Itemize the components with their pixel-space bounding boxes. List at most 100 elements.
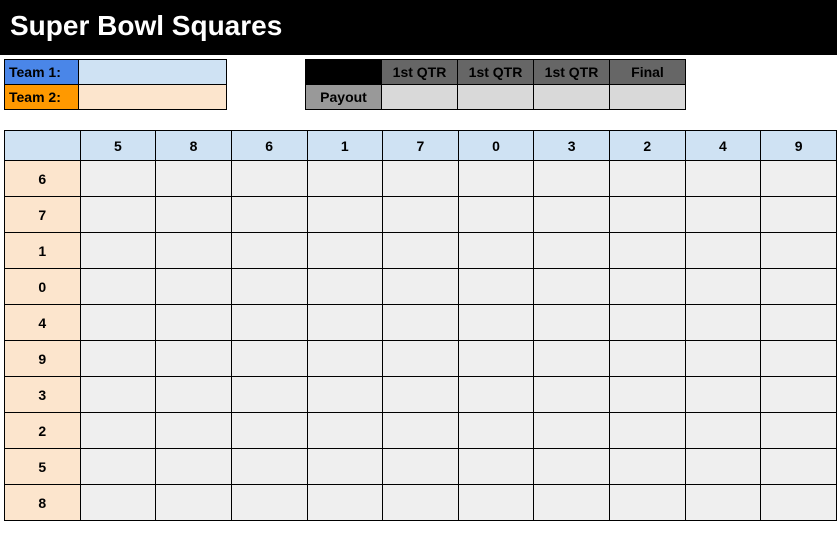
grid-cell[interactable]: [80, 305, 156, 341]
grid-cell[interactable]: [383, 305, 459, 341]
grid-cell[interactable]: [685, 269, 761, 305]
payout-cell-4[interactable]: [610, 85, 686, 110]
grid-cell[interactable]: [307, 485, 383, 521]
grid-cell[interactable]: [156, 341, 232, 377]
grid-cell[interactable]: [383, 341, 459, 377]
grid-cell[interactable]: [307, 269, 383, 305]
grid-cell[interactable]: [458, 197, 534, 233]
grid-cell[interactable]: [610, 341, 686, 377]
grid-cell[interactable]: [156, 485, 232, 521]
grid-cell[interactable]: [610, 305, 686, 341]
grid-cell[interactable]: [685, 413, 761, 449]
grid-cell[interactable]: [156, 197, 232, 233]
grid-cell[interactable]: [156, 269, 232, 305]
grid-cell[interactable]: [80, 449, 156, 485]
grid-cell[interactable]: [458, 269, 534, 305]
grid-cell[interactable]: [685, 233, 761, 269]
grid-cell[interactable]: [761, 341, 837, 377]
grid-cell[interactable]: [307, 197, 383, 233]
grid-cell[interactable]: [761, 413, 837, 449]
team1-input[interactable]: [79, 60, 227, 85]
grid-cell[interactable]: [458, 233, 534, 269]
grid-cell[interactable]: [231, 341, 307, 377]
grid-cell[interactable]: [458, 341, 534, 377]
grid-cell[interactable]: [610, 233, 686, 269]
grid-cell[interactable]: [231, 449, 307, 485]
grid-cell[interactable]: [685, 305, 761, 341]
grid-cell[interactable]: [761, 305, 837, 341]
grid-cell[interactable]: [156, 413, 232, 449]
grid-cell[interactable]: [458, 413, 534, 449]
grid-cell[interactable]: [383, 377, 459, 413]
grid-cell[interactable]: [307, 413, 383, 449]
grid-cell[interactable]: [685, 341, 761, 377]
grid-cell[interactable]: [610, 377, 686, 413]
grid-cell[interactable]: [534, 161, 610, 197]
grid-cell[interactable]: [80, 377, 156, 413]
grid-cell[interactable]: [761, 449, 837, 485]
grid-cell[interactable]: [534, 377, 610, 413]
grid-cell[interactable]: [231, 377, 307, 413]
grid-cell[interactable]: [156, 305, 232, 341]
grid-cell[interactable]: [231, 197, 307, 233]
payout-cell-3[interactable]: [534, 85, 610, 110]
grid-cell[interactable]: [156, 449, 232, 485]
grid-cell[interactable]: [458, 377, 534, 413]
grid-cell[interactable]: [610, 161, 686, 197]
grid-cell[interactable]: [307, 233, 383, 269]
grid-cell[interactable]: [307, 341, 383, 377]
grid-cell[interactable]: [534, 305, 610, 341]
grid-cell[interactable]: [761, 377, 837, 413]
grid-cell[interactable]: [761, 197, 837, 233]
grid-cell[interactable]: [156, 161, 232, 197]
grid-cell[interactable]: [534, 449, 610, 485]
grid-cell[interactable]: [534, 341, 610, 377]
grid-cell[interactable]: [761, 161, 837, 197]
grid-cell[interactable]: [231, 413, 307, 449]
grid-cell[interactable]: [156, 377, 232, 413]
grid-cell[interactable]: [80, 341, 156, 377]
grid-cell[interactable]: [80, 269, 156, 305]
grid-cell[interactable]: [458, 449, 534, 485]
grid-cell[interactable]: [307, 305, 383, 341]
grid-cell[interactable]: [156, 233, 232, 269]
grid-cell[interactable]: [307, 161, 383, 197]
grid-cell[interactable]: [383, 197, 459, 233]
grid-cell[interactable]: [231, 305, 307, 341]
grid-cell[interactable]: [80, 197, 156, 233]
grid-cell[interactable]: [685, 377, 761, 413]
team2-input[interactable]: [79, 85, 227, 110]
grid-cell[interactable]: [458, 485, 534, 521]
grid-cell[interactable]: [610, 485, 686, 521]
grid-cell[interactable]: [761, 269, 837, 305]
grid-cell[interactable]: [534, 269, 610, 305]
grid-cell[interactable]: [534, 233, 610, 269]
grid-cell[interactable]: [383, 413, 459, 449]
grid-cell[interactable]: [610, 413, 686, 449]
grid-cell[interactable]: [307, 449, 383, 485]
grid-cell[interactable]: [761, 233, 837, 269]
grid-cell[interactable]: [458, 161, 534, 197]
grid-cell[interactable]: [80, 485, 156, 521]
grid-cell[interactable]: [383, 449, 459, 485]
grid-cell[interactable]: [534, 413, 610, 449]
grid-cell[interactable]: [231, 233, 307, 269]
grid-cell[interactable]: [534, 485, 610, 521]
grid-cell[interactable]: [610, 269, 686, 305]
grid-cell[interactable]: [383, 233, 459, 269]
payout-cell-1[interactable]: [382, 85, 458, 110]
grid-cell[interactable]: [685, 485, 761, 521]
grid-cell[interactable]: [610, 449, 686, 485]
grid-cell[interactable]: [231, 269, 307, 305]
grid-cell[interactable]: [80, 413, 156, 449]
grid-cell[interactable]: [610, 197, 686, 233]
grid-cell[interactable]: [231, 161, 307, 197]
grid-cell[interactable]: [383, 269, 459, 305]
grid-cell[interactable]: [685, 449, 761, 485]
grid-cell[interactable]: [534, 197, 610, 233]
grid-cell[interactable]: [307, 377, 383, 413]
grid-cell[interactable]: [761, 485, 837, 521]
payout-cell-2[interactable]: [458, 85, 534, 110]
grid-cell[interactable]: [80, 161, 156, 197]
grid-cell[interactable]: [383, 485, 459, 521]
